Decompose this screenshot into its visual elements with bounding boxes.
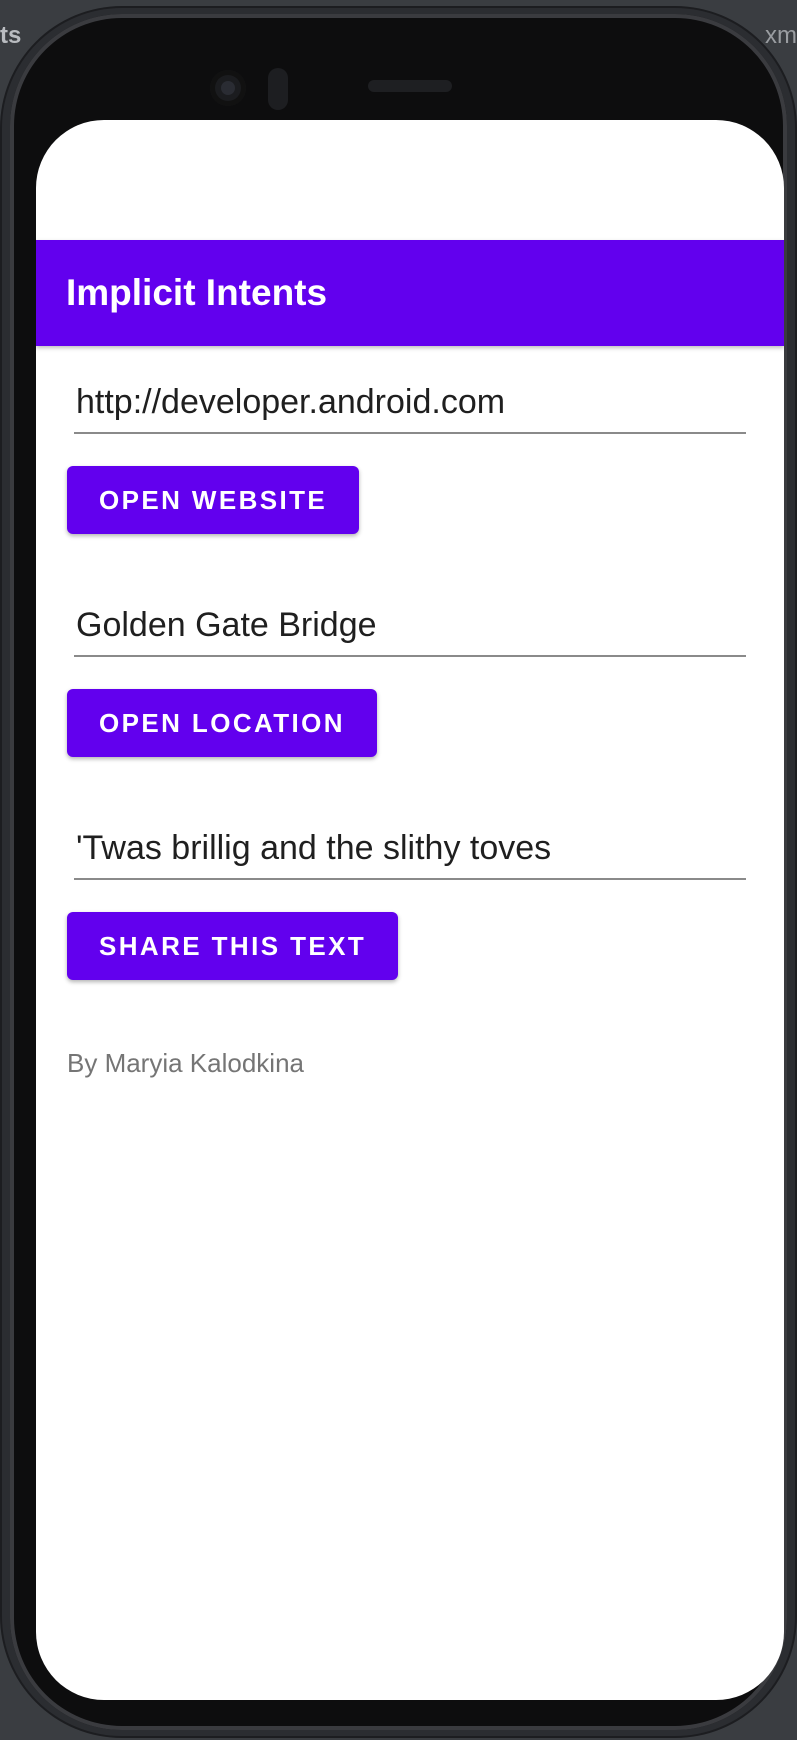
website-field[interactable] — [74, 372, 746, 434]
open-website-button[interactable]: OPEN WEBSITE — [67, 466, 360, 534]
device-screen: Implicit Intents OPEN WEBSITE OPEN LOCAT… — [36, 120, 784, 1700]
device-body: Implicit Intents OPEN WEBSITE OPEN LOCAT… — [10, 14, 787, 1730]
share-text-field[interactable] — [74, 818, 746, 880]
share-text-button[interactable]: SHARE THIS TEXT — [67, 912, 399, 980]
earpiece-speaker-icon — [368, 80, 452, 92]
app-bar: Implicit Intents — [36, 240, 784, 346]
author-credit: By Maryia Kalodkina — [67, 1048, 304, 1078]
app-title: Implicit Intents — [66, 272, 328, 313]
device-frame: Implicit Intents OPEN WEBSITE OPEN LOCAT… — [2, 8, 795, 1736]
ide-tab-fragment-right: xm — [765, 22, 797, 49]
location-input[interactable] — [74, 595, 746, 655]
proximity-sensor-icon — [268, 68, 288, 110]
location-field[interactable] — [74, 595, 746, 657]
ide-tab-fragment-left: ts — [0, 22, 22, 49]
open-location-button[interactable]: OPEN LOCATION — [67, 689, 377, 757]
website-input[interactable] — [74, 372, 746, 432]
front-camera-icon — [210, 70, 246, 106]
share-text-input[interactable] — [74, 818, 746, 878]
